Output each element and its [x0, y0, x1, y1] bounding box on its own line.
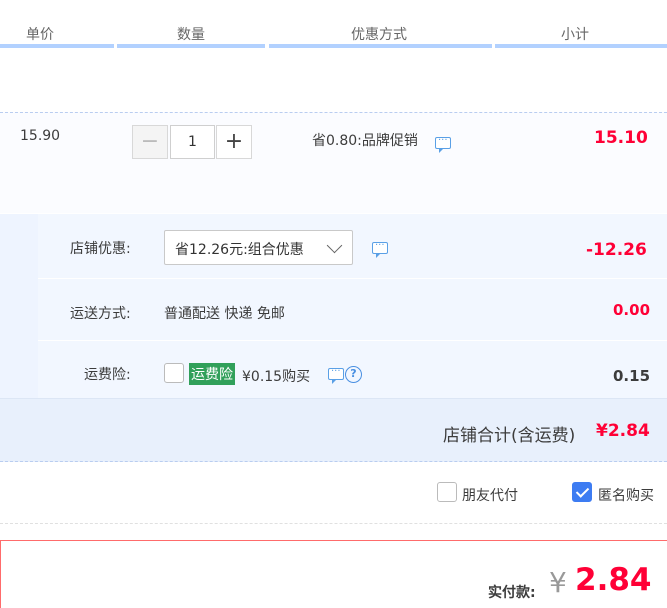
message-icon[interactable]	[328, 363, 344, 384]
header-promo: 优惠方式	[351, 27, 407, 43]
shop-discount-selected: 省12.26元:组合优惠	[175, 242, 304, 258]
insurance-checkbox[interactable]	[164, 363, 184, 383]
currency-symbol: ¥	[549, 566, 567, 599]
header-underline	[495, 44, 667, 48]
insurance-price: ¥0.15购买	[242, 369, 311, 385]
anonymous-checkbox[interactable]	[572, 482, 592, 502]
help-icon[interactable]: ?	[345, 366, 362, 383]
promo-text: 省0.80:品牌促销	[312, 133, 418, 149]
shop-discount-amount: -12.26	[586, 240, 647, 260]
shop-subtotal-amount: ¥2.84	[596, 421, 650, 441]
shipping-amount: 0.00	[613, 301, 651, 319]
quantity-minus-button[interactable]: −	[132, 125, 168, 159]
message-icon[interactable]	[435, 132, 451, 153]
shipping-label: 运送方式:	[70, 306, 131, 322]
shop-subtotal-label: 店铺合计(含运费)	[443, 426, 576, 446]
options-row	[0, 462, 667, 524]
insurance-tag: 运费险	[189, 363, 235, 385]
header-quantity: 数量	[177, 27, 205, 43]
shipping-method: 普通配送 快递 免邮	[164, 306, 285, 322]
insurance-label: 运费险:	[84, 367, 131, 383]
divider	[38, 278, 667, 279]
insurance-amount: 0.15	[613, 367, 651, 385]
header-underline	[117, 44, 265, 48]
friend-pay-checkbox[interactable]	[437, 482, 457, 502]
message-icon[interactable]	[372, 237, 388, 258]
shop-discount-select[interactable]: 省12.26元:组合优惠	[164, 230, 353, 265]
header-subtotal: 小计	[561, 27, 589, 43]
payment-summary	[0, 540, 667, 608]
payment-label: 实付款:	[488, 585, 536, 601]
quantity-plus-button[interactable]: +	[216, 125, 252, 159]
friend-pay-label: 朋友代付	[462, 488, 518, 504]
chevron-down-icon	[326, 237, 343, 254]
anonymous-label: 匿名购买	[598, 488, 654, 504]
header-underline	[269, 44, 492, 48]
item-row	[0, 112, 667, 213]
item-subtotal: 15.10	[594, 128, 648, 148]
payment-amount: 2.84	[575, 562, 652, 598]
divider	[38, 340, 667, 341]
header-unit-price: 单价	[26, 27, 54, 43]
header-underline	[0, 44, 114, 48]
checkout-page: 单价 数量 优惠方式 小计 15.90 − 1 + 省0.80:品牌促销 15.…	[0, 0, 667, 608]
shop-discount-label: 店铺优惠:	[70, 241, 131, 257]
quantity-input[interactable]: 1	[170, 125, 215, 159]
unit-price: 15.90	[20, 128, 61, 144]
